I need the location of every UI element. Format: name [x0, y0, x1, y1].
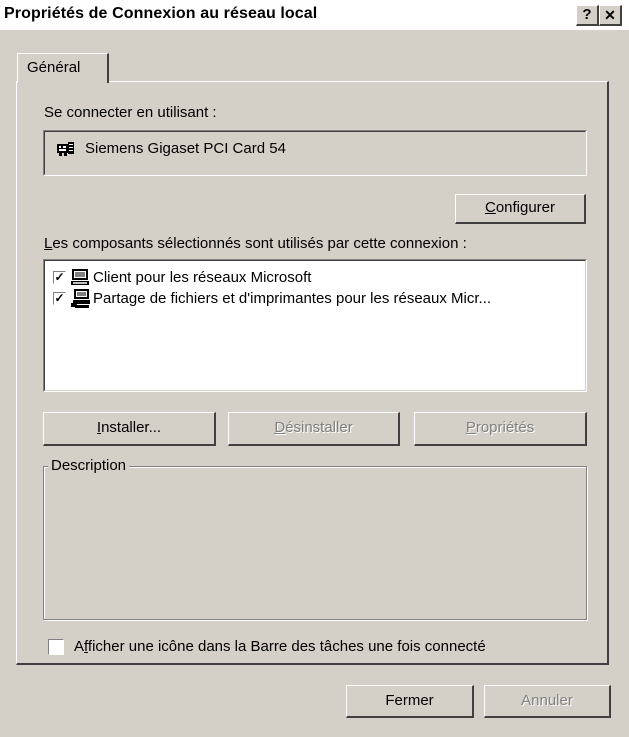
install-button[interactable]: Installer... — [43, 412, 216, 446]
close-icon: ✕ — [604, 7, 616, 23]
list-item[interactable]: ✓ Partage de fichiers et d'imprimantes p… — [53, 288, 583, 310]
tab-general-label: Général — [27, 59, 81, 76]
description-groupbox — [43, 466, 587, 620]
properties-accel: P — [465, 419, 476, 436]
configure-label: onfigurer — [495, 199, 556, 216]
adapter-name: Siemens Gigaset PCI Card 54 — [85, 140, 286, 157]
component-checkbox[interactable]: ✓ — [53, 271, 66, 284]
connect-using-label: Se connecter en utilisant : — [44, 104, 217, 121]
close-dialog-button[interactable]: Fermer — [346, 685, 474, 718]
network-client-icon — [71, 269, 89, 286]
components-label-text: es composants sélectionnés sont utilisés… — [52, 235, 467, 252]
install-label: nstaller... — [101, 419, 162, 436]
help-button[interactable]: ? — [576, 5, 599, 26]
component-label: Client pour les réseaux Microsoft — [93, 269, 312, 286]
window-title: Propriétés de Connexion au réseau local — [4, 5, 318, 22]
component-label: Partage de fichiers et d'imprimantes pou… — [93, 290, 492, 307]
cancel-button[interactable]: Annuler — [484, 685, 611, 718]
uninstall-button[interactable]: Désinstaller — [228, 412, 400, 446]
properties-button[interactable]: Propriétés — [414, 412, 587, 446]
taskbar-label-post: ficher une icône dans la Barre des tâche… — [87, 638, 486, 655]
taskbar-label-pre: A — [74, 638, 85, 655]
title-bar[interactable]: Propriétés de Connexion au réseau local … — [0, 0, 629, 30]
tab-general[interactable]: Général — [17, 53, 109, 83]
list-item[interactable]: ✓ Client pour les réseaux Microsoft — [53, 268, 583, 288]
properties-label: ropriétés — [475, 419, 535, 436]
components-label: Les composants sélectionnés sont utilisé… — [44, 235, 467, 252]
file-printer-sharing-icon — [71, 289, 91, 309]
taskbar-icon-label: Afficher une icône dans la Barre des tâc… — [74, 638, 486, 655]
components-list[interactable]: ✓ Client pour les réseaux Microsoft ✓ Pa… — [43, 259, 587, 392]
close-button[interactable]: ✕ — [599, 5, 622, 26]
network-card-icon — [57, 141, 75, 157]
dialog-window: Propriétés de Connexion au réseau local … — [0, 0, 629, 737]
taskbar-icon-option[interactable]: Afficher une icône dans la Barre des tâc… — [48, 637, 588, 659]
configure-button[interactable]: Configurer — [455, 194, 586, 224]
description-title: Description — [48, 457, 130, 474]
component-checkbox[interactable]: ✓ — [53, 292, 66, 305]
uninstall-accel: D — [274, 419, 286, 436]
adapter-box: Siemens Gigaset PCI Card 54 — [43, 130, 587, 176]
configure-accel: C — [484, 199, 496, 216]
uninstall-label: ésinstaller — [285, 419, 353, 436]
taskbar-icon-checkbox[interactable] — [48, 639, 64, 655]
